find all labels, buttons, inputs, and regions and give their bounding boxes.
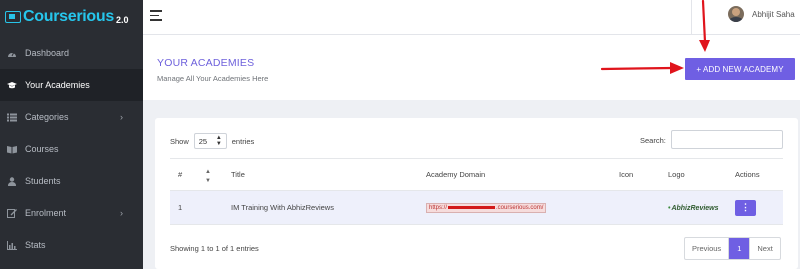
- sidebar-item-courses[interactable]: Courses: [0, 133, 143, 165]
- pagination-next[interactable]: Next: [749, 238, 779, 259]
- row-actions-button[interactable]: ⋮: [735, 199, 756, 216]
- page-header: YOUR ACADEMIES Manage All Your Academies…: [143, 35, 800, 100]
- topbar-divider: [691, 0, 692, 34]
- avatar[interactable]: [728, 6, 744, 22]
- topbar: Abhijit Saha: [143, 0, 800, 35]
- sidebar-item-students[interactable]: Students: [0, 165, 143, 197]
- show-label: Show: [170, 136, 189, 146]
- chevron-right-icon: ›: [120, 208, 123, 218]
- sidebar: Courserious 2.0 Dashboard Your Academies…: [0, 0, 143, 269]
- sidebar-item-label: Your Academies: [25, 80, 90, 90]
- column-header-number[interactable]: #: [170, 158, 205, 191]
- domain-suffix: .courserious.com/: [496, 205, 544, 211]
- row-actions: ⋮: [735, 190, 783, 225]
- entries-label: entries: [231, 136, 255, 146]
- pagination: Previous 1 Next: [684, 237, 781, 260]
- sidebar-item-label: Courses: [25, 144, 59, 154]
- sort-icon: ▲ ▼: [205, 168, 211, 184]
- brand-logo[interactable]: Courserious 2.0: [0, 0, 143, 34]
- row-icon: [619, 190, 668, 225]
- sidebar-nav: Dashboard Your Academies Categories › Co…: [0, 37, 143, 261]
- chart-icon: [7, 240, 17, 250]
- row-spacer: [205, 190, 231, 225]
- sidebar-item-label: Stats: [25, 240, 46, 250]
- sidebar-item-dashboard[interactable]: Dashboard: [0, 37, 143, 69]
- search-label: Search:: [640, 136, 666, 145]
- column-header-domain[interactable]: Academy Domain: [426, 158, 619, 191]
- book-icon: [7, 145, 17, 154]
- entries-length-control: Show 25 ▲ ▼ entries: [170, 133, 254, 149]
- row-title: IM Training With AbhizReviews: [231, 190, 426, 225]
- pagination-page-1[interactable]: 1: [729, 238, 750, 259]
- sidebar-item-your-academies[interactable]: Your Academies: [0, 69, 143, 101]
- table-row: 1 IM Training With AbhizReviews https://…: [170, 190, 783, 225]
- academy-logo-image: AbhizReviews: [668, 205, 719, 212]
- user-icon: [7, 176, 17, 186]
- chevron-right-icon: ›: [120, 112, 123, 122]
- row-number: 1: [170, 190, 205, 225]
- brand-icon: [5, 11, 21, 23]
- add-new-academy-button[interactable]: + ADD NEW ACADEMY: [685, 58, 795, 80]
- column-header-actions[interactable]: Actions: [735, 158, 783, 191]
- dashboard-icon: [7, 49, 17, 58]
- sidebar-item-enrolment[interactable]: Enrolment ›: [0, 197, 143, 229]
- page-subtitle: Manage All Your Academies Here: [157, 74, 269, 83]
- column-header-title[interactable]: Title: [231, 158, 426, 191]
- table-info: Showing 1 to 1 of 1 entries: [170, 244, 259, 253]
- select-caret-icon: ▲ ▼: [215, 135, 222, 147]
- search-input[interactable]: [671, 130, 783, 149]
- sidebar-item-label: Categories: [25, 112, 69, 122]
- list-icon: [7, 113, 17, 122]
- sidebar-item-label: Students: [25, 176, 61, 186]
- graduation-cap-icon: [7, 81, 17, 90]
- enrolment-icon: [7, 208, 17, 218]
- page-title: YOUR ACADEMIES: [157, 57, 255, 69]
- sidebar-item-stats[interactable]: Stats: [0, 229, 143, 261]
- entries-select-value: 25: [198, 136, 208, 146]
- redaction-mark: [448, 205, 496, 209]
- sidebar-item-label: Dashboard: [25, 48, 70, 58]
- sidebar-item-label: Enrolment: [25, 208, 67, 218]
- domain-prefix: https://: [429, 205, 448, 211]
- menu-toggle-icon[interactable]: [150, 10, 162, 21]
- entries-select[interactable]: 25 ▲ ▼: [193, 133, 227, 149]
- row-logo: AbhizReviews: [668, 190, 735, 225]
- column-header-logo[interactable]: Logo: [668, 158, 735, 191]
- academy-domain-link[interactable]: https:// .courserious.com/: [426, 203, 547, 213]
- pagination-previous[interactable]: Previous: [685, 238, 730, 259]
- user-name[interactable]: Abhijit Saha: [752, 10, 795, 19]
- brand-name: Courserious: [23, 8, 114, 25]
- column-header-icon[interactable]: Icon: [619, 158, 668, 191]
- academies-table: # ▲ ▼ Title Academy Domain Icon Logo Acti…: [170, 158, 783, 225]
- brand-version: 2.0: [115, 14, 129, 25]
- academies-card: Show 25 ▲ ▼ entries Search: # ▲ ▼ Title Ac…: [155, 118, 798, 269]
- sort-column-header[interactable]: ▲ ▼: [205, 158, 231, 191]
- table-header-row: # ▲ ▼ Title Academy Domain Icon Logo Acti…: [170, 158, 783, 191]
- row-domain-cell: https:// .courserious.com/: [426, 190, 619, 225]
- sidebar-item-categories[interactable]: Categories ›: [0, 101, 143, 133]
